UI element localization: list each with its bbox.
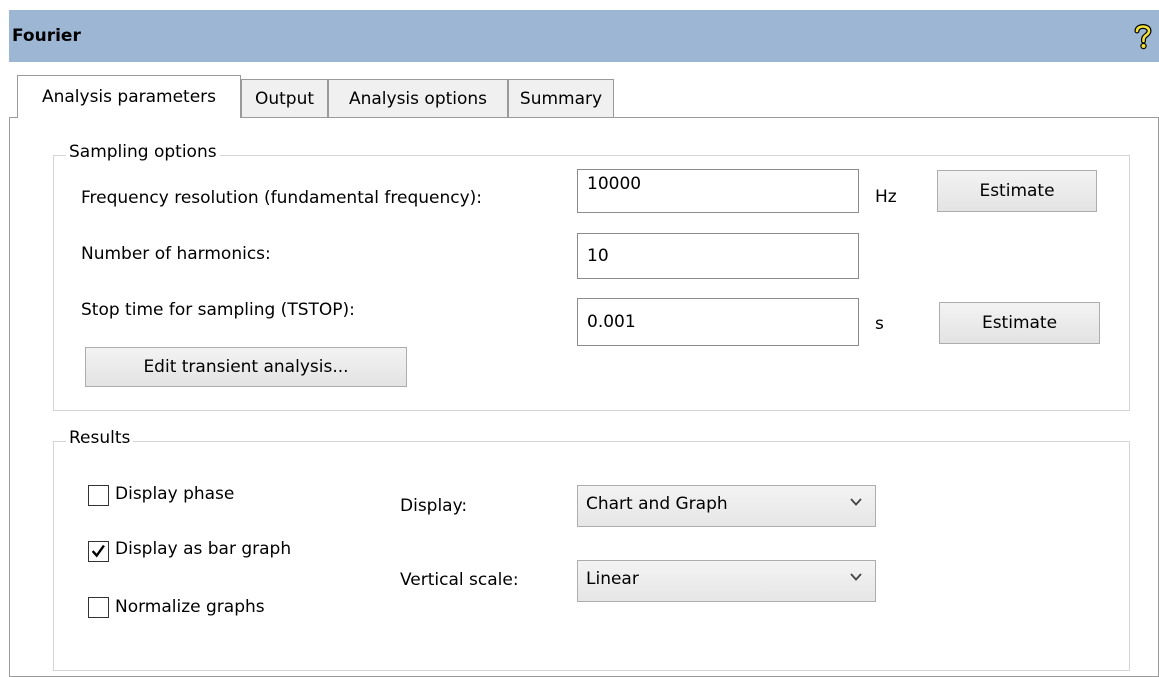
display-phase-label[interactable]: Display phase — [115, 484, 234, 504]
stop-time-label: Stop time for sampling (TSTOP): — [81, 300, 355, 320]
stop-time-unit: s — [875, 314, 884, 334]
frequency-estimate-button[interactable]: Estimate — [937, 170, 1097, 212]
display-selected-value: Chart and Graph — [586, 494, 728, 514]
display-phase-checkbox[interactable] — [88, 485, 109, 506]
tab-label: Analysis options — [348, 89, 488, 109]
frequency-resolution-input[interactable] — [577, 169, 859, 213]
number-of-harmonics-input[interactable] — [577, 233, 859, 279]
vertical-scale-selected-value: Linear — [586, 569, 639, 589]
chevron-down-icon — [850, 498, 862, 506]
frequency-resolution-label: Frequency resolution (fundamental freque… — [81, 188, 483, 208]
display-select[interactable]: Chart and Graph — [577, 485, 876, 527]
tab-label: Summary — [519, 89, 603, 109]
display-bar-graph-label[interactable]: Display as bar graph — [115, 539, 291, 559]
tab-analysis-options[interactable]: Analysis options — [328, 79, 508, 117]
normalize-graphs-checkbox[interactable] — [88, 597, 109, 618]
dialog-title-bar: Fourier — [9, 10, 1159, 62]
stop-time-input[interactable] — [577, 298, 859, 346]
number-of-harmonics-label: Number of harmonics: — [81, 244, 271, 264]
checkmark-icon — [91, 544, 105, 558]
tab-label: Analysis parameters — [41, 87, 217, 107]
dialog-title: Fourier — [12, 26, 81, 46]
chevron-down-icon — [850, 573, 862, 581]
frequency-unit: Hz — [875, 187, 897, 207]
tab-output[interactable]: Output — [241, 79, 328, 117]
stop-time-estimate-button[interactable]: Estimate — [939, 302, 1100, 344]
vertical-scale-select[interactable]: Linear — [577, 560, 876, 602]
edit-transient-analysis-button[interactable]: Edit transient analysis... — [85, 347, 407, 387]
tab-summary[interactable]: Summary — [508, 79, 614, 117]
help-question-icon[interactable] — [1131, 22, 1155, 50]
sampling-options-label: Sampling options — [66, 142, 220, 162]
normalize-graphs-label[interactable]: Normalize graphs — [115, 597, 265, 617]
display-bar-graph-checkbox[interactable] — [88, 541, 109, 562]
results-label: Results — [66, 428, 134, 448]
vertical-scale-label: Vertical scale: — [400, 570, 519, 590]
tab-label: Output — [254, 89, 315, 109]
tab-analysis-parameters[interactable]: Analysis parameters — [17, 75, 241, 118]
display-label: Display: — [400, 496, 468, 516]
